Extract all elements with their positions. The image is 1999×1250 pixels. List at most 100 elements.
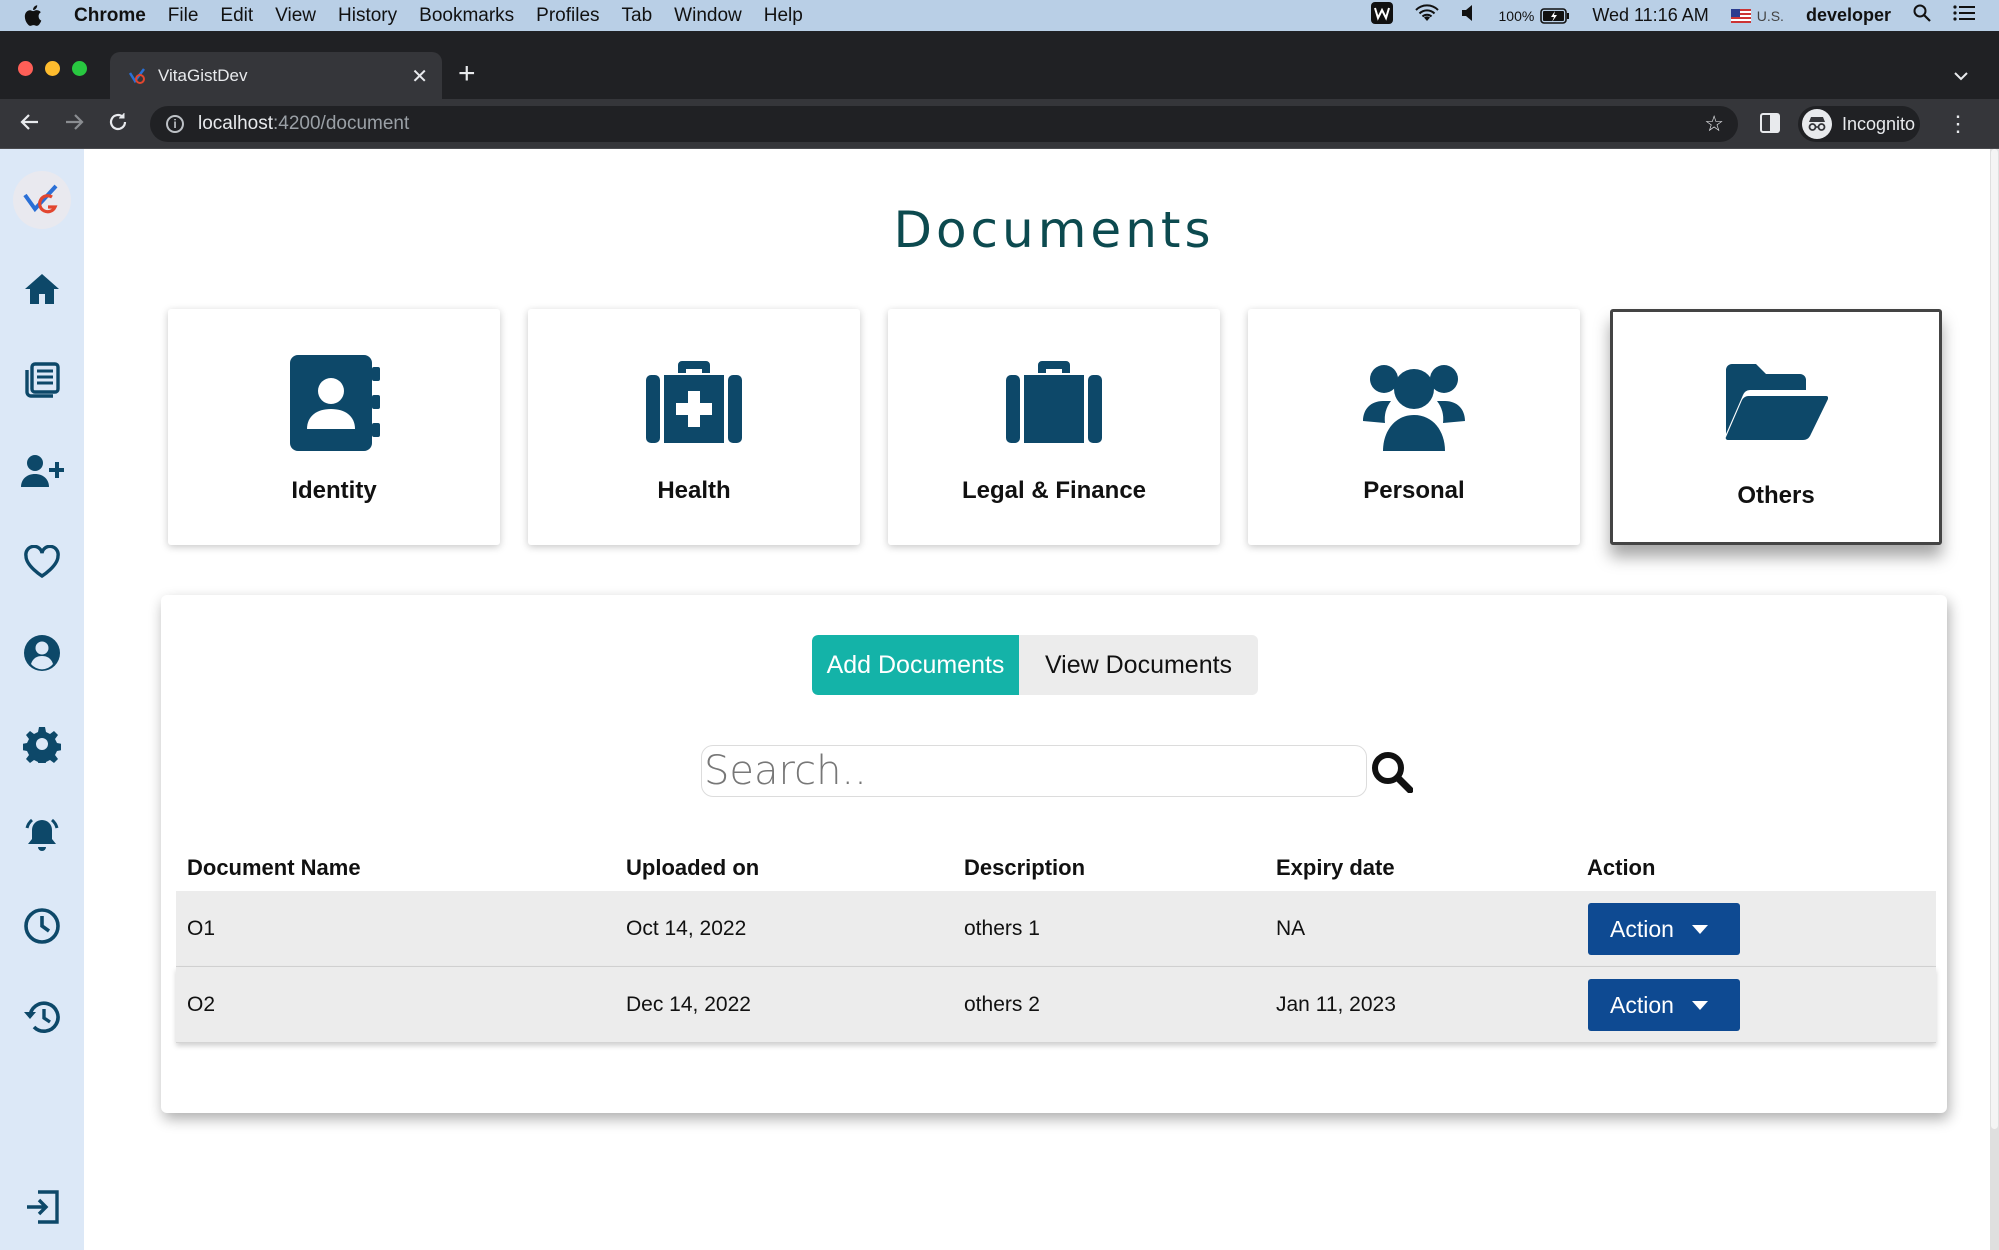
category-label: Legal & Finance (961, 477, 1147, 504)
heart-icon[interactable] (20, 540, 64, 584)
tab-title: VitaGistDev (158, 65, 248, 85)
macos-menubar: Chrome File Edit View History Bookmarks … (0, 0, 1999, 31)
battery-icon (1540, 7, 1570, 24)
cell-expiry-date: Jan 11, 2023 (1276, 993, 1396, 1016)
new-tab-icon[interactable]: + (458, 59, 476, 89)
users-icon (1248, 353, 1580, 453)
menu-profiles[interactable]: Profiles (536, 5, 599, 27)
column-header-expiry: Expiry date (1276, 855, 1395, 880)
locale-label: U.S. (1756, 7, 1784, 24)
battery-status[interactable]: 100% (1499, 8, 1571, 24)
window-controls (18, 61, 87, 76)
page-title: Documents (893, 201, 1215, 259)
vitagist-favicon-icon (128, 67, 145, 84)
user-circle-icon[interactable] (20, 631, 64, 675)
incognito-profile-button[interactable]: Incognito (1798, 106, 1920, 142)
menu-app-name[interactable]: Chrome (74, 5, 146, 27)
column-header-uploaded: Uploaded on (626, 855, 760, 880)
page-viewport: Documents Identity Health Legal & Financ… (0, 149, 1990, 1250)
incognito-icon (1802, 109, 1832, 139)
add-user-icon[interactable] (20, 449, 64, 493)
cell-document-name: O2 (187, 993, 216, 1016)
menu-history[interactable]: History (338, 5, 397, 27)
action-label: Action (1610, 915, 1674, 942)
volume-icon[interactable] (1461, 4, 1477, 27)
cell-expiry-date: NA (1276, 917, 1306, 940)
menu-file[interactable]: File (168, 5, 199, 27)
category-card-health[interactable]: Health (528, 309, 860, 545)
category-card-personal[interactable]: Personal (1248, 309, 1580, 545)
category-label: Identity (291, 477, 377, 504)
documents-panel: Add Documents View Documents Search.. Do… (161, 595, 1947, 1113)
search-input[interactable]: Search.. (701, 745, 1367, 797)
view-documents-button[interactable]: View Documents (1019, 635, 1258, 695)
us-flag-icon (1730, 8, 1751, 23)
forward-arrow-icon[interactable] (62, 110, 86, 140)
home-icon[interactable] (20, 267, 64, 311)
category-card-legal-finance[interactable]: Legal & Finance (888, 309, 1220, 545)
side-panel-icon[interactable] (1760, 113, 1780, 133)
menu-tab[interactable]: Tab (622, 5, 653, 27)
writer-icon[interactable] (1370, 2, 1393, 29)
column-header-description: Description (964, 855, 1086, 880)
page-scrollbar-thumb[interactable] (1991, 149, 1998, 1129)
user-name[interactable]: developer (1806, 5, 1891, 26)
briefcase-icon (888, 353, 1220, 453)
url-host: localhost (198, 113, 273, 134)
url-path: :4200/document (273, 113, 410, 134)
incognito-label: Incognito (1842, 113, 1916, 134)
table-header: Document Name Uploaded on Description Ex… (176, 851, 1936, 891)
app-sidebar (0, 149, 84, 1250)
alarm-bell-icon[interactable] (20, 813, 64, 857)
address-bar[interactable]: i localhost:4200/document ☆ (150, 106, 1738, 142)
newspaper-icon[interactable] (20, 358, 64, 402)
minimize-window-button[interactable] (45, 61, 60, 76)
documents-table: Document Name Uploaded on Description Ex… (176, 851, 1936, 1043)
bookmark-star-icon[interactable]: ☆ (1704, 111, 1724, 137)
browser-menu-icon[interactable]: ⋮ (1947, 111, 1969, 137)
browser-toolbar: i localhost:4200/document ☆ Incognito ⋮ (0, 99, 1999, 149)
category-card-others[interactable]: Others (1610, 309, 1942, 545)
zoom-window-button[interactable] (72, 61, 87, 76)
action-label: Action (1610, 991, 1674, 1018)
cell-uploaded-on: Oct 14, 2022 (626, 917, 747, 940)
history-icon[interactable] (20, 995, 64, 1039)
browser-tab-strip: VitaGistDev ✕ + (0, 31, 1999, 99)
tab-search-chevron-icon[interactable] (1953, 65, 1969, 86)
close-window-button[interactable] (18, 61, 33, 76)
vitagist-logo[interactable] (13, 171, 71, 229)
wifi-icon[interactable] (1414, 4, 1439, 27)
menu-help[interactable]: Help (764, 5, 803, 27)
category-card-identity[interactable]: Identity (168, 309, 500, 545)
reload-icon[interactable] (106, 110, 130, 140)
action-dropdown-button[interactable]: Action (1588, 979, 1740, 1031)
close-tab-icon[interactable]: ✕ (411, 64, 428, 89)
search-icon[interactable] (1367, 747, 1417, 797)
gear-icon[interactable] (20, 722, 64, 766)
cell-description: others 2 (964, 993, 1040, 1016)
back-arrow-icon[interactable] (18, 110, 42, 140)
clock-text[interactable]: Wed 11:16 AM (1592, 5, 1708, 26)
apple-icon[interactable] (24, 5, 60, 26)
menu-bookmarks[interactable]: Bookmarks (419, 5, 514, 27)
control-center-icon[interactable] (1953, 5, 1975, 26)
menu-edit[interactable]: Edit (220, 5, 253, 27)
browser-tab[interactable]: VitaGistDev ✕ (110, 52, 442, 99)
action-dropdown-button[interactable]: Action (1588, 903, 1740, 955)
documents-toggle: Add Documents View Documents (812, 635, 1258, 695)
menu-window[interactable]: Window (674, 5, 742, 27)
cell-document-name: O1 (187, 917, 216, 940)
column-header-action: Action (1587, 855, 1656, 880)
cell-description: others 1 (964, 917, 1040, 940)
menu-view[interactable]: View (275, 5, 316, 27)
table-row: O1 Oct 14, 2022 others 1 NA Action (176, 891, 1936, 967)
add-documents-button[interactable]: Add Documents (812, 635, 1019, 695)
spotlight-search-icon[interactable] (1913, 4, 1931, 27)
clock-icon[interactable] (20, 904, 64, 948)
address-book-icon (168, 353, 500, 453)
category-label: Others (1737, 482, 1815, 509)
logout-icon[interactable] (20, 1185, 64, 1229)
site-info-icon[interactable]: i (166, 115, 184, 133)
input-source[interactable]: U.S. (1730, 7, 1784, 24)
table-row: O2 Dec 14, 2022 others 2 Jan 11, 2023 Ac… (176, 967, 1936, 1043)
